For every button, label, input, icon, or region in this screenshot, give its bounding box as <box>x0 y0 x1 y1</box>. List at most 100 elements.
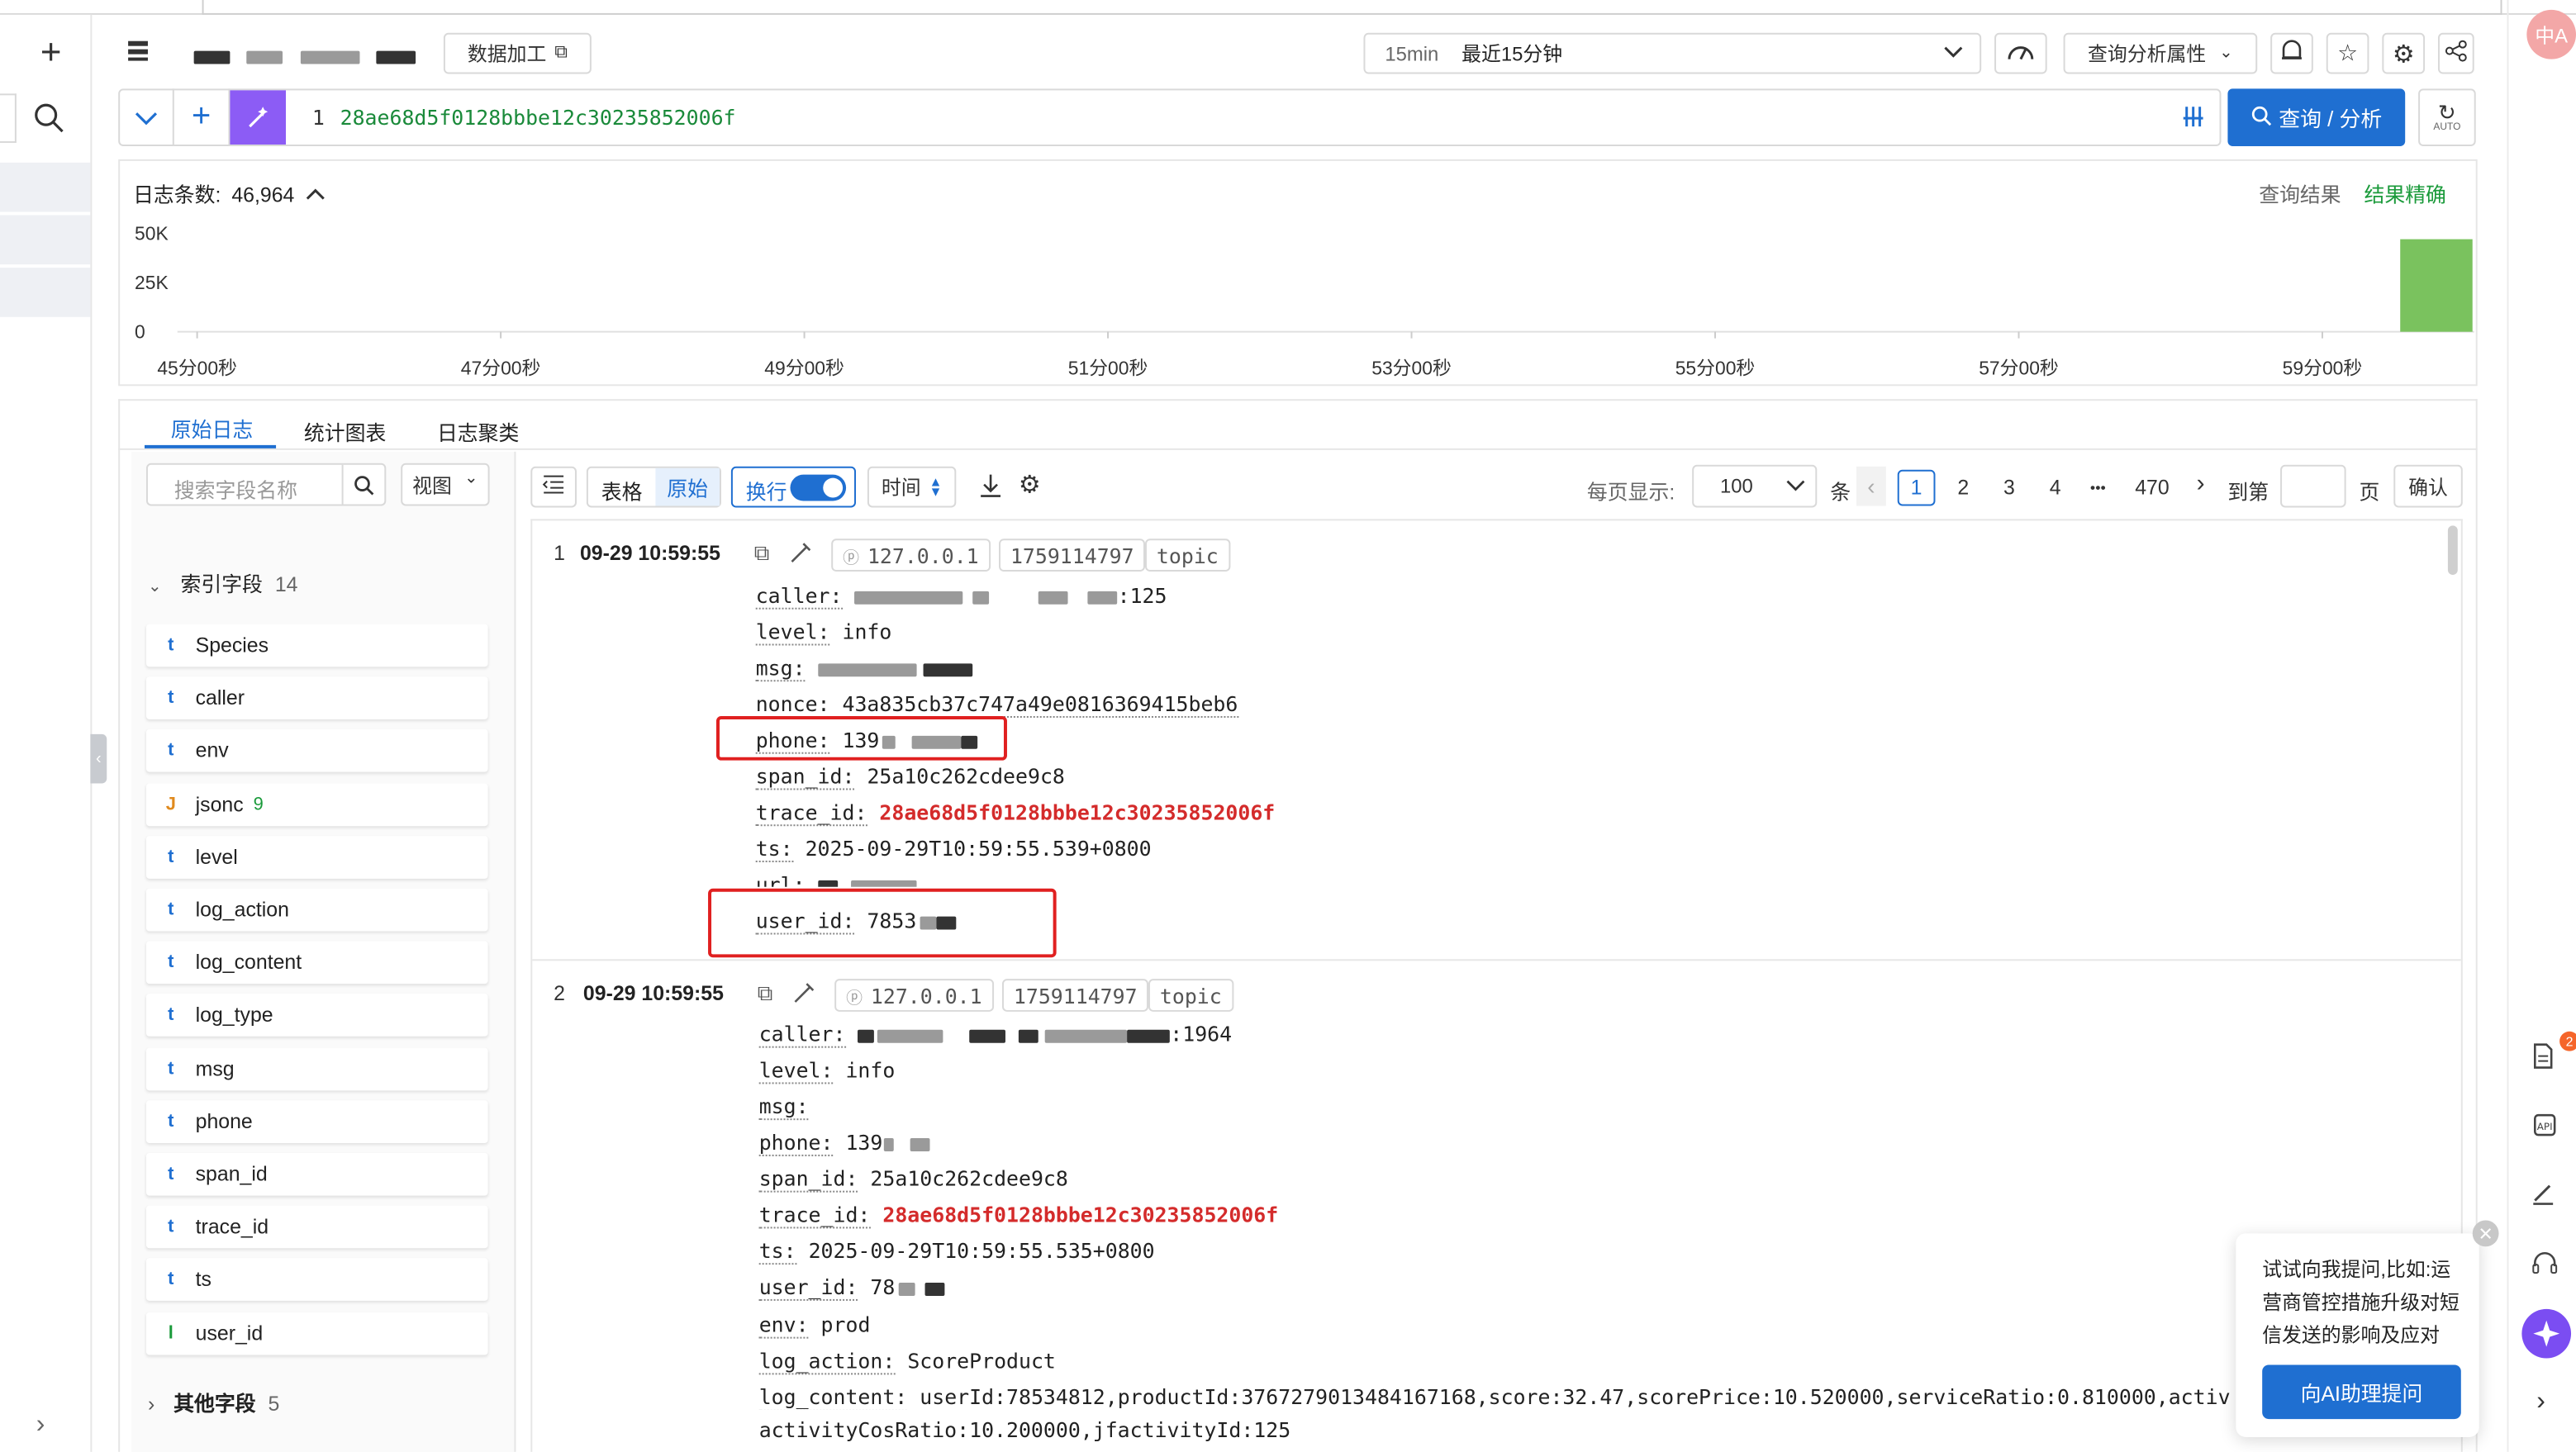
level-key[interactable]: level: <box>759 1058 834 1084</box>
other-section-header[interactable]: › 其他字段 5 <box>148 1386 279 1417</box>
user-key[interactable]: user_id: <box>759 1274 858 1301</box>
page-2[interactable]: 2 <box>1950 470 1976 506</box>
field-item-msg[interactable]: t msg <box>146 1047 488 1090</box>
prev-page-icon[interactable]: ‹ <box>1856 467 1886 506</box>
log-content-key[interactable]: log_content: <box>759 1384 908 1409</box>
nav-item[interactable] <box>0 163 90 212</box>
page-last[interactable]: 470 <box>2129 470 2175 506</box>
favorite-button[interactable]: ☆ <box>2326 33 2369 74</box>
search-icon[interactable] <box>342 465 385 505</box>
nav-item[interactable] <box>0 268 90 317</box>
filter-icon[interactable] <box>2180 103 2207 130</box>
nonce-key[interactable]: nonce: <box>756 691 830 718</box>
copy-icon[interactable]: ⧉ <box>758 980 772 1007</box>
env-key[interactable]: env: <box>759 1312 809 1339</box>
field-item-log-type[interactable]: t log_type <box>146 994 488 1037</box>
close-icon[interactable]: ✕ <box>2473 1220 2499 1246</box>
headset-icon[interactable] <box>2530 1248 2563 1281</box>
histogram-bar[interactable] <box>2400 240 2472 332</box>
api-icon[interactable]: API <box>2530 1110 2563 1143</box>
table-mode-button[interactable]: 表格 <box>601 475 643 506</box>
msg-key[interactable]: msg: <box>759 1094 809 1120</box>
collapse-fields-button[interactable] <box>530 467 577 508</box>
log-2-epoch-tag[interactable]: 1759114797 <box>1002 979 1149 1012</box>
caller-key[interactable]: caller: <box>756 583 843 610</box>
phone-key[interactable]: phone: <box>759 1130 834 1156</box>
raw-mode-button[interactable]: 原始 <box>655 468 720 506</box>
field-item-phone[interactable]: t phone <box>146 1100 488 1143</box>
wrap-toggle-group[interactable]: 换行 <box>731 467 856 508</box>
settings-button[interactable]: ⚙ <box>2382 33 2425 74</box>
field-item-log-content[interactable]: t log_content <box>146 942 488 985</box>
left-nav-search-box[interactable] <box>0 93 17 143</box>
chevron-right-icon[interactable]: › <box>2536 1388 2545 1417</box>
expand-chevron-icon[interactable]: › <box>36 1411 45 1440</box>
ai-assistant-icon[interactable] <box>2521 1309 2571 1359</box>
time-range-select[interactable]: 15min 最近15分钟 <box>1363 33 1981 74</box>
page-1[interactable]: 1 <box>1898 470 1936 506</box>
magic-wand-icon[interactable] <box>788 540 813 573</box>
document-icon[interactable] <box>2530 1042 2563 1075</box>
field-search-box[interactable]: 搜索字段名称 <box>146 463 386 506</box>
copy-icon[interactable]: ⧉ <box>754 540 769 567</box>
wrap-toggle[interactable] <box>790 475 846 501</box>
query-attr-button[interactable]: 查询分析属性 ⌄ <box>2064 33 2258 74</box>
time-sort-button[interactable]: 时间 ▲ ▼ <box>867 467 956 508</box>
confirm-button[interactable]: 确认 <box>2393 465 2463 508</box>
field-search-input[interactable]: 搜索字段名称 <box>174 473 297 505</box>
magic-wand-icon[interactable] <box>230 90 286 145</box>
add-icon[interactable]: + <box>33 35 69 71</box>
field-item-ts[interactable]: t ts <box>146 1259 488 1302</box>
add-icon[interactable]: + <box>174 88 231 146</box>
tab-raw-logs[interactable]: 原始日志 <box>171 412 253 444</box>
active-tab[interactable] <box>202 0 2502 15</box>
span-key[interactable]: span_id: <box>756 764 855 790</box>
page-4[interactable]: 4 <box>2042 470 2069 506</box>
trace-key[interactable]: trace_id: <box>759 1203 871 1229</box>
auto-refresh-button[interactable]: ↻ AUTO <box>2418 88 2476 146</box>
span-key[interactable]: span_id: <box>759 1166 858 1193</box>
chevron-down-icon[interactable] <box>118 88 174 146</box>
magic-wand-icon[interactable] <box>791 980 816 1013</box>
tab-clustering[interactable]: 日志聚类 <box>437 415 519 447</box>
field-item-level[interactable]: t level <box>146 836 488 879</box>
share-button[interactable] <box>2438 33 2474 74</box>
indexed-section-header[interactable]: ⌄ 索引字段 14 <box>148 567 298 598</box>
msg-key[interactable]: msg: <box>756 655 806 681</box>
caller-key[interactable]: caller: <box>759 1022 846 1048</box>
goto-page-input[interactable] <box>2280 465 2346 508</box>
log-2-topic-tag[interactable]: topic <box>1148 979 1233 1012</box>
search-analyze-button[interactable]: 查询 / 分析 <box>2227 88 2405 146</box>
field-item-trace-id[interactable]: t trace_id <box>146 1206 488 1249</box>
search-icon[interactable] <box>33 102 66 135</box>
gear-icon[interactable]: ⚙ <box>1019 470 1041 500</box>
url-key[interactable]: url: <box>756 872 806 887</box>
log-scrollbar[interactable] <box>2448 525 2458 575</box>
log-1-topic-tag[interactable]: topic <box>1145 539 1230 572</box>
log-1-ip-tag[interactable]: ⓟ 127.0.0.1 <box>831 539 990 572</box>
nav-item[interactable] <box>0 215 90 264</box>
edit-icon[interactable] <box>2530 1179 2563 1212</box>
page-ellipsis[interactable]: ••• <box>2079 470 2116 506</box>
level-key[interactable]: level: <box>756 619 830 646</box>
refresh-speed-button[interactable] <box>1994 33 2047 74</box>
chevron-up-icon[interactable] <box>305 184 325 207</box>
log-2-ip-tag[interactable]: ⓟ 127.0.0.1 <box>834 979 993 1012</box>
query-input[interactable]: 28ae68d5f0128bbbe12c30235852006f <box>340 105 736 130</box>
log-1-epoch-tag[interactable]: 1759114797 <box>999 539 1146 572</box>
page-3[interactable]: 3 <box>1996 470 2022 506</box>
ai-ask-button[interactable]: 向AI助理提问 <box>2262 1364 2461 1419</box>
trace-key[interactable]: trace_id: <box>756 800 867 826</box>
user-avatar[interactable]: 中A <box>2526 10 2576 59</box>
field-item-species[interactable]: t Species <box>146 624 488 667</box>
log-action-key[interactable]: log_action: <box>759 1349 896 1375</box>
view-select[interactable]: 视图 ⌄ <box>401 463 489 506</box>
collapse-handle[interactable]: ‹ <box>90 734 107 784</box>
field-item-span-id[interactable]: t span_id <box>146 1153 488 1196</box>
field-item-log-action[interactable]: t log_action <box>146 889 488 932</box>
field-item-caller[interactable]: t caller <box>146 677 488 720</box>
ts-key[interactable]: ts: <box>756 836 793 862</box>
tab-charts[interactable]: 统计图表 <box>304 415 386 447</box>
ts-key[interactable]: ts: <box>759 1238 796 1265</box>
field-item-user-id[interactable]: l user_id <box>146 1312 488 1355</box>
